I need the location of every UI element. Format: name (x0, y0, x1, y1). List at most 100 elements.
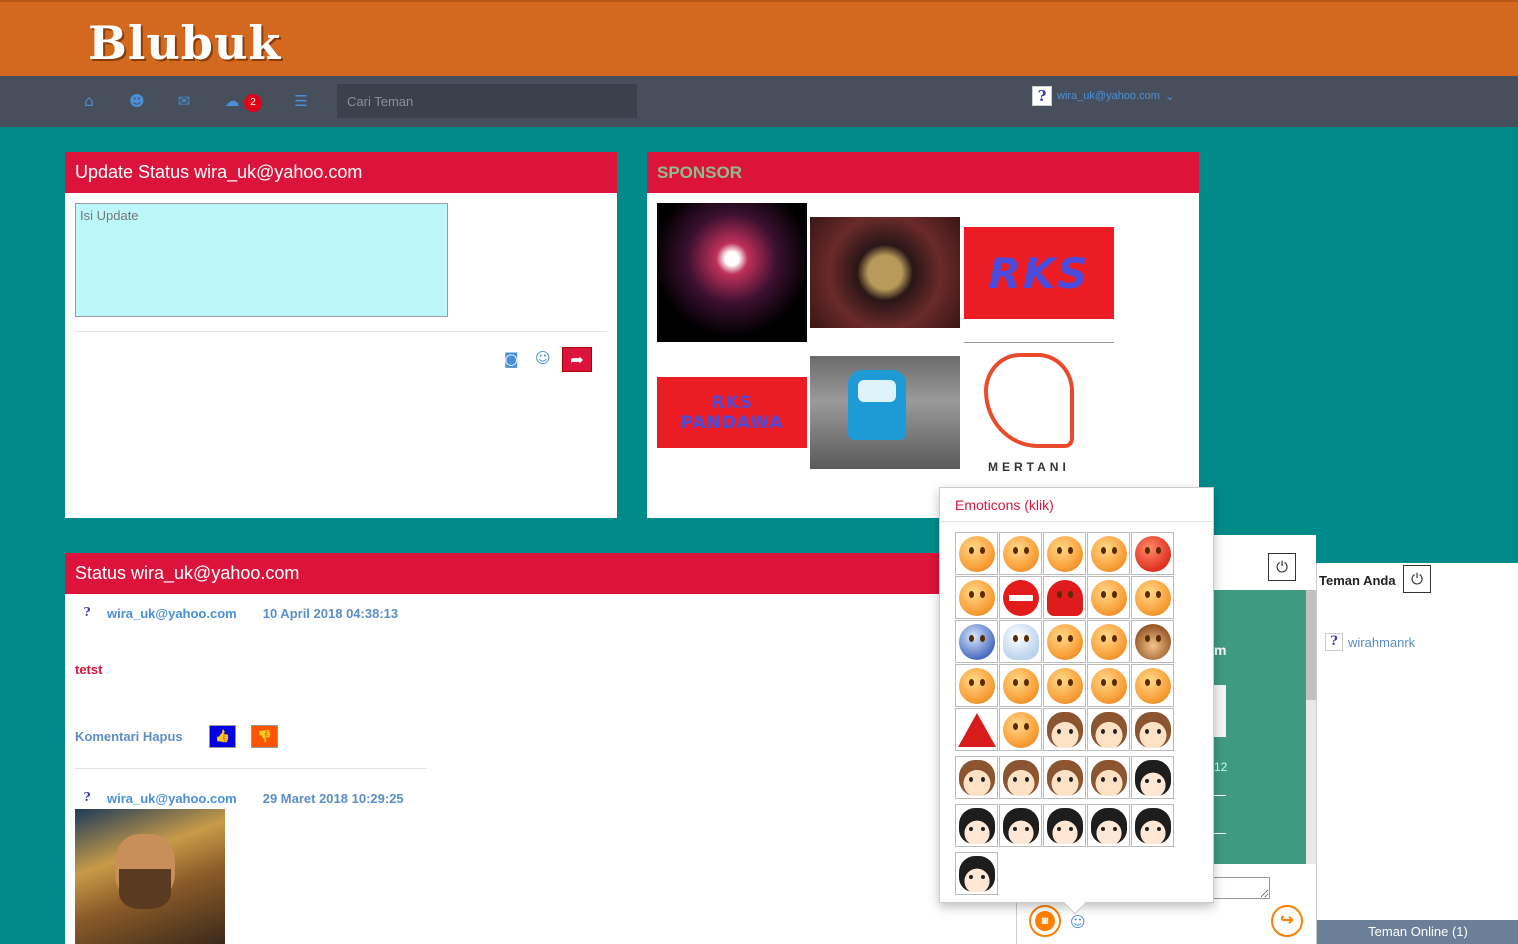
chat-scrollbar[interactable] (1306, 590, 1316, 864)
surprised-emoticon[interactable] (1131, 664, 1174, 707)
friends-power-button[interactable]: ⏻ (1403, 565, 1431, 593)
kiss-emoticon[interactable] (1087, 620, 1130, 663)
sad-emoticon[interactable] (999, 664, 1042, 707)
kid-laugh-face-icon (1134, 711, 1171, 748)
warning-emoticon[interactable] (955, 708, 998, 751)
post-text: tetst (75, 662, 103, 677)
kid-scream-face-icon (1002, 759, 1039, 796)
girl-bye-emoticon[interactable] (1131, 756, 1174, 799)
user-email: wira_uk@yahoo.com (1057, 90, 1160, 102)
sponsor-image-mertani[interactable]: MERTANI (964, 342, 1114, 478)
confused-face-icon (1002, 535, 1039, 572)
home-icon[interactable]: ⌂ (80, 92, 98, 110)
chat-send-button[interactable]: ↪ (1271, 905, 1303, 937)
angel-emoticon[interactable] (955, 532, 998, 575)
girl-cry-emoticon[interactable] (955, 804, 998, 847)
post-date: 10 April 2018 04:38:13 (262, 605, 399, 621)
exclamation-emoticon[interactable] (1043, 620, 1086, 663)
nerd-face-icon (958, 579, 995, 616)
dislike-button[interactable]: 👎 (251, 725, 278, 748)
heart-face-icon (1046, 579, 1083, 616)
post-header: ? wira_uk@yahoo.com 29 Maret 2018 10:29:… (79, 790, 403, 806)
sponsor-image-rks[interactable]: RKS (964, 227, 1114, 319)
girl-tear-emoticon[interactable] (1087, 804, 1130, 847)
post-status-button[interactable]: ➦ (562, 347, 592, 372)
chat-partial-text: m (1214, 642, 1227, 658)
online-friends-bar[interactable]: Teman Online (1) (1317, 920, 1518, 944)
kid-scream-emoticon[interactable] (999, 756, 1042, 799)
idea-emoticon[interactable] (999, 620, 1042, 663)
post-photo[interactable] (75, 809, 225, 944)
smile-icon[interactable]: ☺ (535, 349, 551, 367)
kid-cry-emoticon[interactable] (1043, 756, 1086, 799)
sad-face-icon (1002, 667, 1039, 704)
sponsor-panel: SPONSOR RKS RKS PANDAWA MERTANI (647, 152, 1199, 518)
notification-badge[interactable]: 2 (244, 94, 262, 112)
wink-face-icon (1002, 711, 1039, 748)
girl-smile-emoticon[interactable] (955, 852, 998, 895)
girl-blush-emoticon[interactable] (999, 804, 1042, 847)
chat-close-button[interactable]: ⏻ (1268, 553, 1296, 581)
laugh-emoticon[interactable] (1043, 664, 1086, 707)
devil-face-icon (1134, 535, 1171, 572)
heart-emoticon[interactable] (1043, 576, 1086, 619)
status-feed-title: Status wira_uk@yahoo.com (65, 553, 1025, 594)
kid-shout-emoticon[interactable] (955, 756, 998, 799)
wink-emoticon[interactable] (999, 708, 1042, 751)
post-author-link[interactable]: wira_uk@yahoo.com (107, 606, 237, 621)
girl-sad-emoticon[interactable] (1043, 804, 1086, 847)
post-avatar[interactable]: ? (79, 790, 95, 806)
power-icon: ⏻ (1276, 558, 1288, 576)
question-face-icon (958, 623, 995, 660)
crying-emoticon[interactable] (1087, 532, 1130, 575)
cool-emoticon[interactable] (1043, 532, 1086, 575)
search-friends-input[interactable] (337, 84, 637, 118)
chat-camera-button[interactable]: ◙ (1029, 905, 1061, 937)
friend-list-item[interactable]: ? wirahmanrk (1325, 633, 1415, 651)
girl-blush-face-icon (1002, 807, 1039, 844)
chat-partial-time: 12 (1214, 760, 1228, 774)
rks-logo-text: RKS (988, 248, 1090, 298)
sponsor-image-muhammad[interactable] (810, 217, 960, 328)
girl-smile-face-icon (958, 855, 995, 892)
sponsor-image-allah[interactable] (657, 203, 807, 342)
question-emoticon[interactable] (955, 620, 998, 663)
kid-shout-face-icon (958, 759, 995, 796)
chat-message-input[interactable] (1206, 877, 1270, 899)
emoticon-popup-title: Emoticons (klik) (940, 488, 1213, 522)
sponsor-image-bajaj[interactable] (810, 356, 960, 469)
grin-emoticon[interactable] (1131, 576, 1174, 619)
girl-shock-face-icon (1134, 807, 1171, 844)
book-icon[interactable]: ☰ (292, 92, 310, 110)
chat-smile-icon[interactable]: ☺ (1070, 913, 1086, 931)
app-logo[interactable]: Blubuk (88, 16, 281, 70)
kid-angry-emoticon[interactable] (1043, 708, 1086, 751)
status-update-textarea[interactable] (75, 203, 448, 317)
mail-icon[interactable]: ✉ (175, 92, 193, 110)
camera-icon[interactable]: ◙ (504, 350, 519, 368)
kid-shocked-emoticon[interactable] (1087, 708, 1130, 751)
monkey-emoticon[interactable] (1131, 620, 1174, 663)
post-avatar[interactable]: ? (79, 605, 95, 621)
kid-laugh-emoticon[interactable] (1131, 708, 1174, 751)
girl-shock-emoticon[interactable] (1131, 804, 1174, 847)
nerd-emoticon[interactable] (955, 576, 998, 619)
confused-emoticon[interactable] (999, 532, 1042, 575)
comments-icon[interactable]: ☁ (223, 92, 241, 110)
glasses-emoticon[interactable] (1087, 576, 1130, 619)
tongue-emoticon[interactable] (955, 664, 998, 707)
smile-emoticon[interactable] (1087, 664, 1130, 707)
tongue-face-icon (958, 667, 995, 704)
users-icon[interactable]: ☻ (128, 92, 146, 110)
girl-sad-face-icon (1046, 807, 1083, 844)
post-header: ? wira_uk@yahoo.com 10 April 2018 04:38:… (79, 605, 398, 621)
like-button[interactable]: 👍 (209, 725, 236, 748)
sponsor-image-rks-pandawa[interactable]: RKS PANDAWA (657, 377, 807, 448)
sponsor-title: SPONSOR (647, 152, 1199, 193)
user-menu[interactable]: ? wira_uk@yahoo.com ⌄ (1032, 86, 1175, 106)
devil-emoticon[interactable] (1131, 532, 1174, 575)
comment-delete-links[interactable]: Komentari Hapus (75, 729, 183, 744)
stop-emoticon[interactable] (999, 576, 1042, 619)
kid-wipe-emoticon[interactable] (1087, 756, 1130, 799)
post-author-link[interactable]: wira_uk@yahoo.com (107, 791, 237, 806)
